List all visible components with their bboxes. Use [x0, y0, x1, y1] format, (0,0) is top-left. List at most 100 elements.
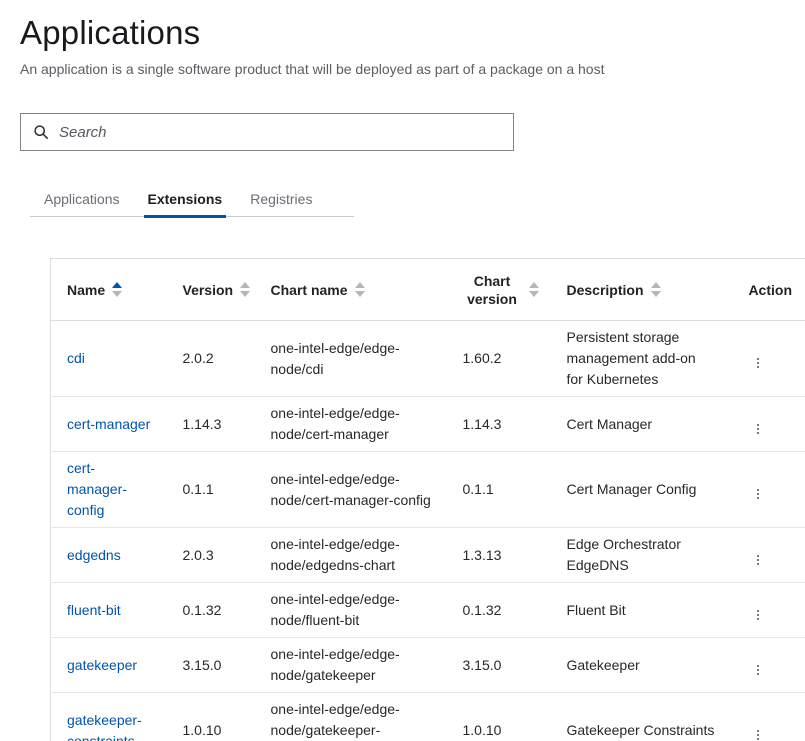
- cell-description: Persistent storage management add-on for…: [551, 321, 727, 397]
- sort-arrows-icon[interactable]: [651, 282, 661, 297]
- cell-chart_version: 1.60.2: [447, 321, 551, 397]
- cell-chart_version: 1.3.13: [447, 528, 551, 583]
- chart_name-value: one-intel-edge/edge-node/cdi: [271, 340, 400, 377]
- cell-chart_name: one-intel-edge/edge-node/cert-manager: [255, 397, 447, 452]
- kebab-menu-icon[interactable]: [752, 354, 764, 372]
- cell-description: Gatekeeper: [551, 638, 727, 693]
- table-row: cert-manager 1.14.3 one-intel-edge/edge-no…: [51, 397, 805, 452]
- chart_name-value: one-intel-edge/edge-node/cert-manager: [271, 405, 400, 442]
- chart_name-value: one-intel-edge/edge-node/fluent-bit: [271, 591, 400, 628]
- column-header-description[interactable]: Description: [551, 259, 727, 321]
- cell-version: 1.0.10: [167, 693, 255, 741]
- cell-chart_version: 0.1.32: [447, 583, 551, 638]
- version-value: 1.0.10: [183, 722, 222, 738]
- cell-name: fluent-bit: [51, 583, 167, 638]
- page-title: Applications: [20, 14, 785, 52]
- kebab-menu-icon[interactable]: [752, 551, 764, 569]
- sort-arrows-icon[interactable]: [355, 282, 365, 297]
- extension-link[interactable]: edgedns: [67, 547, 121, 563]
- table-row: cert-manager-config0.1.1one-intel-edge/e…: [51, 452, 805, 528]
- cell-description: Edge Orchestrator EdgeDNS: [551, 528, 727, 583]
- extension-link[interactable]: gatekeeper: [67, 657, 137, 673]
- cell-version: 2.0.2: [167, 321, 255, 397]
- description-value: Fluent Bit: [567, 602, 626, 618]
- description-value: Cert Manager Config: [567, 481, 697, 497]
- table-row: cdi 2.0.2 one-intel-edge/edge-node/cdi 1.60…: [51, 321, 805, 397]
- cell-description: Fluent Bit: [551, 583, 727, 638]
- column-label: Action: [748, 281, 792, 299]
- sort-arrows-icon[interactable]: [240, 282, 250, 297]
- chart_name-value: one-intel-edge/edge-node/gatekeeper-cons…: [271, 701, 400, 741]
- tab-bar: Applications Extensions Registries: [30, 191, 354, 217]
- kebab-menu-icon[interactable]: [752, 661, 764, 679]
- cell-chart_name: one-intel-edge/edge-node/fluent-bit: [255, 583, 447, 638]
- table-row: gatekeeper 3.15.0one-intel-edge/edge-node…: [51, 638, 805, 693]
- extension-link[interactable]: cdi: [67, 350, 85, 366]
- kebab-menu-icon[interactable]: [752, 420, 764, 438]
- column-label: Chart version: [463, 272, 522, 308]
- table-row: gatekeeper-constraints 1.0.10 one-intel-ed…: [51, 693, 805, 741]
- cell-name: cdi: [51, 321, 167, 397]
- extension-link[interactable]: cert-manager: [67, 416, 150, 432]
- cell-action: [727, 638, 805, 693]
- kebab-menu-icon[interactable]: [752, 606, 764, 624]
- chart_version-value: 1.60.2: [463, 350, 502, 366]
- column-header-name[interactable]: Name: [51, 259, 167, 321]
- cell-action: [727, 528, 805, 583]
- table-header-row: Name Version Chart name Chart version Descri…: [51, 259, 805, 321]
- sort-arrows-icon[interactable]: [112, 282, 122, 297]
- cell-action: [727, 693, 805, 741]
- chart_version-value: 0.1.1: [463, 481, 494, 497]
- search-icon: [33, 124, 49, 140]
- description-value: Cert Manager: [567, 416, 653, 432]
- cell-chart_version: 1.14.3: [447, 397, 551, 452]
- cell-chart_name: one-intel-edge/edge-node/gatekeeper: [255, 638, 447, 693]
- table-body: cdi 2.0.2 one-intel-edge/edge-node/cdi 1.60…: [51, 321, 805, 741]
- chart_version-value: 0.1.32: [463, 602, 502, 618]
- column-header-chart_version[interactable]: Chart version: [447, 259, 551, 321]
- kebab-menu-icon[interactable]: [752, 485, 764, 503]
- kebab-menu-icon[interactable]: [752, 726, 764, 741]
- extension-link[interactable]: cert-manager-config: [67, 460, 127, 518]
- cell-action: [727, 321, 805, 397]
- cell-chart_version: 3.15.0: [447, 638, 551, 693]
- cell-version: 2.0.3: [167, 528, 255, 583]
- version-value: 0.1.32: [183, 602, 222, 618]
- column-label: Chart name: [271, 281, 348, 299]
- search-input[interactable]: [59, 124, 501, 141]
- table-row: edgedns 2.0.3 one-intel-edge/edge-node/edg…: [51, 528, 805, 583]
- version-value: 2.0.2: [183, 350, 214, 366]
- search-box: [20, 113, 514, 151]
- cell-chart_version: 0.1.1: [447, 452, 551, 528]
- column-label: Version: [183, 281, 234, 299]
- extension-link[interactable]: fluent-bit: [67, 602, 121, 618]
- sort-arrows-icon[interactable]: [529, 282, 539, 297]
- cell-action: [727, 397, 805, 452]
- description-value: Persistent storage management add-on for…: [567, 329, 696, 387]
- cell-name: edgedns: [51, 528, 167, 583]
- cell-chart_name: one-intel-edge/edge-node/cdi: [255, 321, 447, 397]
- cell-version: 0.1.32: [167, 583, 255, 638]
- cell-chart_name: one-intel-edge/edge-node/edgedns-chart: [255, 528, 447, 583]
- chart_name-value: one-intel-edge/edge-node/edgedns-chart: [271, 536, 400, 573]
- cell-action: [727, 452, 805, 528]
- page-subtitle: An application is a single software prod…: [20, 61, 785, 77]
- tab-registries[interactable]: Registries: [246, 191, 316, 216]
- cell-name: cert-manager-config: [51, 452, 167, 528]
- chart_version-value: 1.0.10: [463, 722, 502, 738]
- cell-action: [727, 583, 805, 638]
- cell-chart_name: one-intel-edge/edge-node/gatekeeper-cons…: [255, 693, 447, 741]
- cell-version: 3.15.0: [167, 638, 255, 693]
- extension-link[interactable]: gatekeeper-constraints: [67, 712, 142, 741]
- chart_version-value: 1.3.13: [463, 547, 502, 563]
- column-header-version[interactable]: Version: [167, 259, 255, 321]
- description-value: Gatekeeper: [567, 657, 640, 673]
- tab-applications[interactable]: Applications: [40, 191, 124, 216]
- cell-name: gatekeeper: [51, 638, 167, 693]
- cell-description: Cert Manager: [551, 397, 727, 452]
- extensions-table: Name Version Chart name Chart version Descri…: [50, 258, 805, 741]
- column-header-chart_name[interactable]: Chart name: [255, 259, 447, 321]
- tab-extensions[interactable]: Extensions: [144, 191, 227, 216]
- applications-page: Applications An application is a single …: [0, 0, 805, 741]
- column-label: Name: [67, 281, 105, 299]
